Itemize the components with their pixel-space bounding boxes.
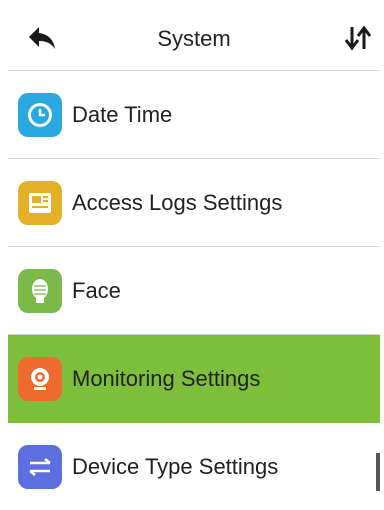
menu-item-device-type-settings[interactable]: Device Type Settings	[8, 423, 380, 510]
face-icon	[18, 268, 62, 313]
swap-icon	[18, 444, 62, 489]
sort-button[interactable]	[338, 20, 378, 56]
menu-item-label: Date Time	[72, 101, 173, 127]
camera-icon	[18, 356, 62, 401]
clock-icon	[18, 92, 62, 137]
menu-item-label: Device Type Settings	[72, 453, 279, 479]
menu-item-label: Access Logs Settings	[72, 189, 283, 215]
menu-list: Date Time Access Logs Settings Face Moni…	[8, 71, 380, 510]
menu-item-date-time[interactable]: Date Time	[8, 71, 380, 159]
sort-arrows-icon	[344, 25, 372, 51]
menu-item-face[interactable]: Face	[8, 247, 380, 335]
menu-item-access-logs-settings[interactable]: Access Logs Settings	[8, 159, 380, 247]
page-title: System	[157, 26, 231, 51]
logs-icon	[18, 180, 62, 225]
header-bar: System	[8, 8, 380, 70]
scrollbar[interactable]	[376, 453, 380, 491]
menu-item-label: Monitoring Settings	[72, 365, 261, 391]
menu-item-monitoring-settings[interactable]: Monitoring Settings	[8, 335, 380, 423]
menu-item-label: Face	[72, 277, 121, 303]
screen: System Date Time Access Logs Settings Fa…	[0, 0, 384, 510]
